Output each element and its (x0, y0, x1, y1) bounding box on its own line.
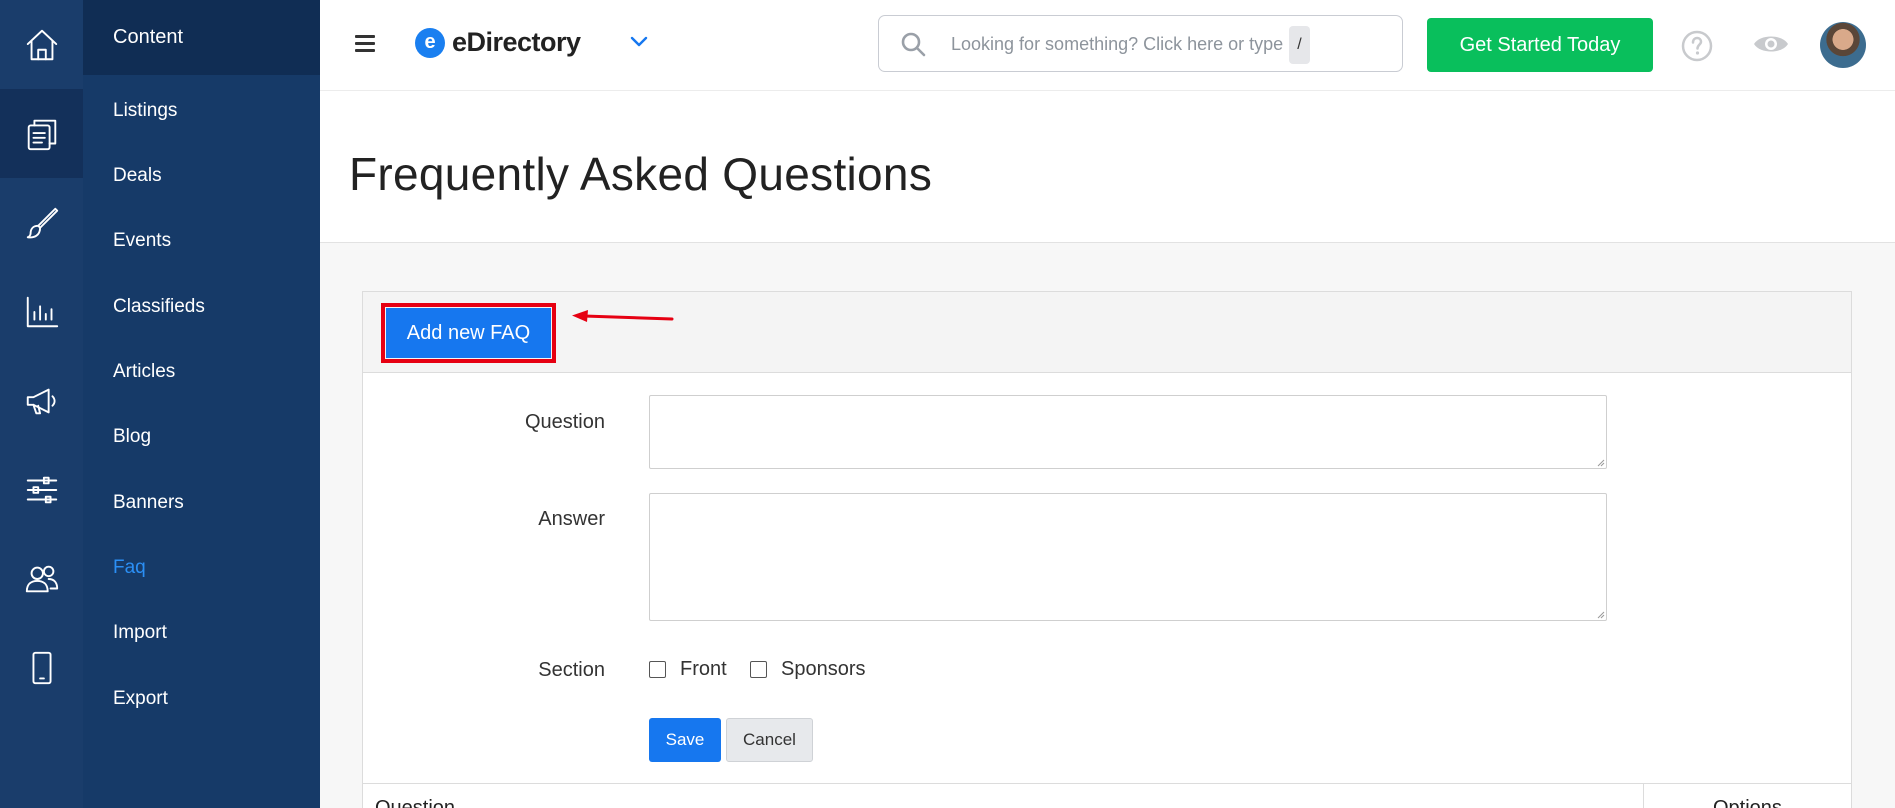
settings-icon[interactable] (0, 445, 83, 534)
panel-header: Add new FAQ (363, 292, 1851, 373)
page-title: Frequently Asked Questions (349, 148, 933, 200)
sidebar-item-events[interactable]: Events (113, 230, 171, 252)
icon-rail (0, 0, 83, 808)
search-icon (901, 32, 926, 57)
design-icon[interactable] (0, 178, 83, 267)
logo[interactable]: e eDirectory (415, 27, 581, 58)
hamburger-menu-icon[interactable] (355, 35, 375, 52)
question-field[interactable] (649, 395, 1607, 469)
front-checkbox-label: Front (680, 658, 727, 680)
search-input[interactable]: Looking for something? Click here or typ… (878, 15, 1403, 72)
faq-table-header: Question Options (363, 783, 1851, 808)
top-bar: e eDirectory Looking for something? Clic… (320, 0, 1895, 91)
search-shortcut-key: / (1289, 26, 1310, 64)
sidebar-item-articles[interactable]: Articles (113, 361, 175, 383)
sidebar-item-banners[interactable]: Banners (113, 492, 184, 514)
section-front-option[interactable]: Front (649, 658, 727, 681)
mobile-icon[interactable] (0, 623, 83, 712)
promote-icon[interactable] (0, 356, 83, 445)
get-started-button[interactable]: Get Started Today (1427, 18, 1653, 72)
answer-label: Answer (538, 508, 605, 530)
sidebar-item-listings[interactable]: Listings (113, 100, 177, 122)
front-checkbox[interactable] (649, 661, 666, 678)
help-icon[interactable] (1681, 30, 1713, 62)
users-icon[interactable] (0, 534, 83, 623)
reports-icon[interactable] (0, 267, 83, 356)
arrow-annotation-icon (572, 310, 674, 322)
submenu-title: Content (83, 0, 320, 75)
sidebar-item-deals[interactable]: Deals (113, 165, 162, 187)
sponsors-checkbox[interactable] (750, 661, 767, 678)
content-submenu: Content Listings Deals Events Classified… (83, 0, 320, 808)
logo-text: eDirectory (452, 27, 581, 57)
add-new-faq-button[interactable]: Add new FAQ (386, 308, 551, 358)
column-header-options: Options (1713, 797, 1782, 808)
sponsors-checkbox-label: Sponsors (781, 658, 866, 680)
content-icon[interactable] (0, 89, 83, 178)
page-header: Frequently Asked Questions (320, 91, 1895, 243)
column-divider (1643, 784, 1644, 808)
sidebar-item-import[interactable]: Import (113, 622, 167, 644)
sidebar-item-export[interactable]: Export (113, 688, 168, 710)
answer-field[interactable] (649, 493, 1607, 621)
resize-grip-icon[interactable] (1597, 611, 1605, 619)
resize-grip-icon[interactable] (1597, 459, 1605, 467)
search-placeholder: Looking for something? Click here or typ… (951, 34, 1284, 54)
user-avatar[interactable] (1820, 22, 1866, 68)
sidebar-item-faq[interactable]: Faq (113, 557, 146, 579)
section-label: Section (538, 659, 605, 681)
chevron-down-icon[interactable] (630, 36, 648, 48)
question-label: Question (524, 411, 605, 433)
sidebar-item-blog[interactable]: Blog (113, 426, 151, 448)
faq-panel: Add new FAQ Question Answer Section Fron… (362, 291, 1852, 808)
cancel-button[interactable]: Cancel (726, 718, 813, 762)
column-header-question[interactable]: Question (375, 797, 455, 808)
section-sponsors-option[interactable]: Sponsors (750, 658, 866, 681)
sidebar-item-classifieds[interactable]: Classifieds (113, 296, 205, 318)
logo-mark: e (415, 27, 445, 58)
preview-eye-icon[interactable] (1752, 30, 1790, 58)
save-button[interactable]: Save (649, 718, 721, 762)
home-icon[interactable] (0, 0, 83, 89)
